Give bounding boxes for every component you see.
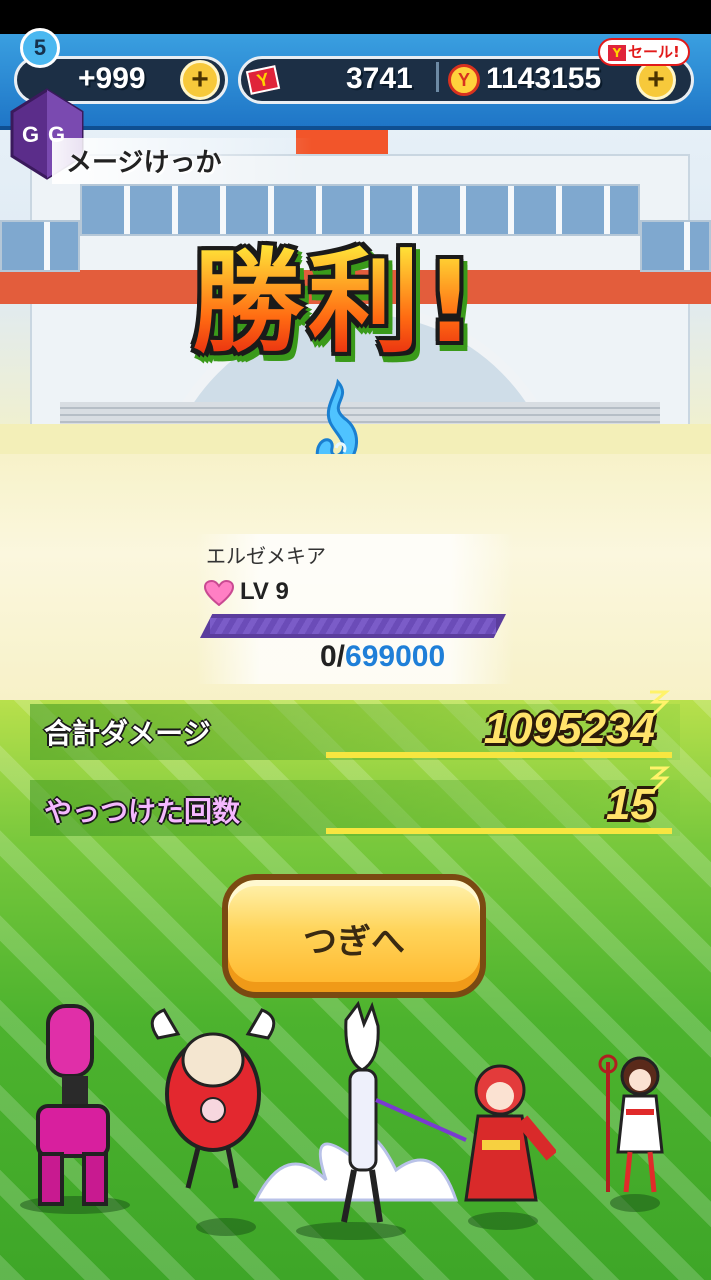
stamina-value: +999 [78,62,146,95]
exp-readout: 0/699000 [320,640,445,674]
fox-character [253,1000,467,1223]
victory-title: 勝利! [192,228,522,378]
sale-button[interactable]: Y セール! [598,38,690,66]
building-windows-right [640,220,711,272]
money-value: 1143155 [486,62,602,95]
exp-bar-track [210,618,496,634]
exp-max: 699000 [345,640,446,673]
next-button-label: つぎへ [303,922,405,962]
next-button[interactable]: つぎへ [222,874,486,998]
status-bar [0,0,711,34]
exp-current: 0/ [320,640,346,673]
shrine-girl-character [598,1054,664,1193]
exp-bar [200,614,506,638]
heart-icon [204,580,234,606]
currency-divider [436,62,439,92]
screen-title: メージけっか [66,148,222,178]
y-coin-icon: Y [448,64,480,96]
svg-text:G: G [22,122,39,147]
player-level-badge: 5 [20,28,60,68]
yokai-name: エルゼメキア [206,544,326,568]
building-windows-left [0,220,80,272]
sale-label: セール! [628,43,680,61]
yokai-level: LV 9 [240,578,289,605]
total-damage-label: 合計ダメージ [44,717,211,750]
sparkle-icon [649,690,670,718]
total-damage-value: 1095234 [483,704,655,753]
kimono-girl-character [464,1064,556,1202]
robot-character [36,1004,110,1206]
sale-y-icon: Y [608,45,626,61]
money-plus-button[interactable]: + [636,60,676,100]
stamina-plus-button[interactable]: + [180,60,220,100]
sparkle-icon [649,766,670,794]
ticket-value: 3741 [346,62,413,95]
character-shadow [468,1212,538,1230]
defeat-count-label: やっつけた回数 [44,795,241,828]
